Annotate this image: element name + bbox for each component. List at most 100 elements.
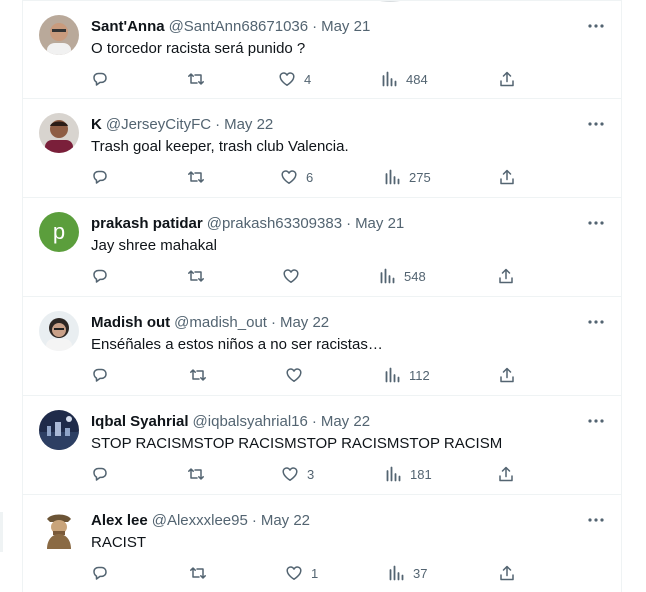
heart-icon xyxy=(280,168,298,186)
views-count: 548 xyxy=(404,268,426,284)
display-name[interactable]: Alex lee xyxy=(91,512,148,529)
avatar[interactable] xyxy=(39,410,79,450)
tweet-date[interactable]: May 21 xyxy=(355,215,404,232)
like-button[interactable]: 6 xyxy=(280,167,313,187)
share-icon xyxy=(498,366,516,384)
tweet-item[interactable]: Sant'Anna @SantAnn68671036 · May 21 O torce… xyxy=(23,0,621,99)
views-button[interactable]: 112 xyxy=(383,365,430,385)
repost-button[interactable] xyxy=(187,464,213,484)
like-count: 6 xyxy=(306,169,314,185)
tweet-date[interactable]: May 22 xyxy=(224,116,273,133)
display-name[interactable]: prakash patidar xyxy=(91,215,203,232)
user-handle[interactable]: @SantAnn68671036 xyxy=(169,18,309,35)
tweet-text: Enséñales a estos niños a no ser racista… xyxy=(91,336,383,353)
views-button[interactable]: 484 xyxy=(380,69,428,89)
views-button[interactable]: 37 xyxy=(387,563,427,583)
repost-icon xyxy=(187,168,205,186)
like-button[interactable] xyxy=(282,266,308,286)
separator-dot: · xyxy=(251,512,257,529)
user-handle[interactable]: @madish_out xyxy=(174,314,267,331)
repost-button[interactable] xyxy=(189,365,215,385)
reply-button[interactable] xyxy=(91,563,117,583)
avatar[interactable] xyxy=(39,509,79,549)
tweet-item[interactable]: p prakash patidar @prakash63309383 · May 21… xyxy=(23,198,621,297)
tweet-header: K @JerseyCityFC · May 22 xyxy=(91,115,581,135)
tweet-header: Iqbal Syahrial @iqbalsyahrial16 · May 22 xyxy=(91,412,581,432)
tweet-item[interactable]: Madish out @madish_out · May 22 Enséñales a… xyxy=(23,297,621,396)
user-handle[interactable]: @iqbalsyahrial16 xyxy=(193,413,308,430)
repost-icon xyxy=(187,70,205,88)
like-count: 3 xyxy=(307,466,315,482)
repost-button[interactable] xyxy=(187,266,213,286)
display-name[interactable]: K xyxy=(91,116,102,133)
more-icon[interactable] xyxy=(587,17,605,35)
reply-button[interactable] xyxy=(91,365,117,385)
more-icon[interactable] xyxy=(587,115,605,133)
tweet-text: O torcedor racista será punido ? xyxy=(91,40,306,57)
tweet-item[interactable]: Iqbal Syahrial @iqbalsyahrial16 · May 22 ST… xyxy=(23,396,621,495)
tweet-header: Madish out @madish_out · May 22 xyxy=(91,313,581,333)
avatar[interactable] xyxy=(39,311,79,351)
display-name[interactable]: Sant'Anna xyxy=(91,18,165,35)
repost-button[interactable] xyxy=(187,69,213,89)
separator-dot: · xyxy=(346,215,352,232)
share-icon xyxy=(498,564,516,582)
views-button[interactable]: 548 xyxy=(378,266,426,286)
avatar[interactable]: p xyxy=(39,212,79,252)
share-button[interactable] xyxy=(498,69,516,89)
views-icon xyxy=(383,168,401,186)
like-button[interactable] xyxy=(285,365,311,385)
repost-icon xyxy=(189,366,207,384)
user-handle[interactable]: @prakash63309383 xyxy=(207,215,342,232)
avatar[interactable] xyxy=(39,113,79,153)
share-button[interactable] xyxy=(498,563,516,583)
separator-dot: · xyxy=(311,413,317,430)
reply-button[interactable] xyxy=(91,464,117,484)
repost-icon xyxy=(187,465,205,483)
more-icon[interactable] xyxy=(587,511,605,529)
share-button[interactable] xyxy=(497,464,515,484)
share-button[interactable] xyxy=(498,365,516,385)
reply-button[interactable] xyxy=(91,167,117,187)
tweet-item[interactable]: K @JerseyCityFC · May 22 Trash goal keeper,… xyxy=(23,99,621,198)
tweet-item[interactable]: Alex lee @Alexxxlee95 · May 22 RACIST 1 37 xyxy=(23,495,621,592)
views-count: 181 xyxy=(410,466,432,482)
views-button[interactable]: 275 xyxy=(383,167,431,187)
repost-button[interactable] xyxy=(189,563,215,583)
share-button[interactable] xyxy=(498,167,516,187)
tweet-header: Sant'Anna @SantAnn68671036 · May 21 xyxy=(91,17,581,37)
avatar[interactable] xyxy=(39,15,79,55)
more-icon[interactable] xyxy=(587,412,605,430)
user-handle[interactable]: @Alexxxlee95 xyxy=(152,512,248,529)
views-icon xyxy=(384,465,402,483)
reply-button[interactable] xyxy=(91,266,117,286)
reply-button[interactable] xyxy=(91,69,117,89)
views-icon xyxy=(383,366,401,384)
repost-button[interactable] xyxy=(187,167,213,187)
like-button[interactable]: 4 xyxy=(278,69,311,89)
share-button[interactable] xyxy=(497,266,515,286)
more-icon[interactable] xyxy=(587,214,605,232)
views-count: 484 xyxy=(406,71,428,87)
tweet-date[interactable]: May 21 xyxy=(321,18,370,35)
separator-dot: · xyxy=(270,314,276,331)
views-button[interactable]: 181 xyxy=(384,464,432,484)
tweet-text: Trash goal keeper, trash club Valencia. xyxy=(91,138,349,155)
more-icon[interactable] xyxy=(587,313,605,331)
reply-icon xyxy=(91,564,109,582)
reply-icon xyxy=(91,366,109,384)
tweet-date[interactable]: May 22 xyxy=(321,413,370,430)
feed-border-right xyxy=(621,0,622,592)
user-handle[interactable]: @JerseyCityFC xyxy=(106,116,211,133)
like-button[interactable]: 1 xyxy=(285,563,318,583)
reply-icon xyxy=(91,267,109,285)
display-name[interactable]: Iqbal Syahrial xyxy=(91,413,189,430)
tweet-date[interactable]: May 22 xyxy=(261,512,310,529)
views-count: 112 xyxy=(409,367,430,383)
like-button[interactable]: 3 xyxy=(281,464,314,484)
heart-icon xyxy=(285,366,303,384)
like-count: 1 xyxy=(311,565,319,581)
tweet-date[interactable]: May 22 xyxy=(280,314,329,331)
display-name[interactable]: Madish out xyxy=(91,314,170,331)
views-count: 37 xyxy=(413,565,428,581)
